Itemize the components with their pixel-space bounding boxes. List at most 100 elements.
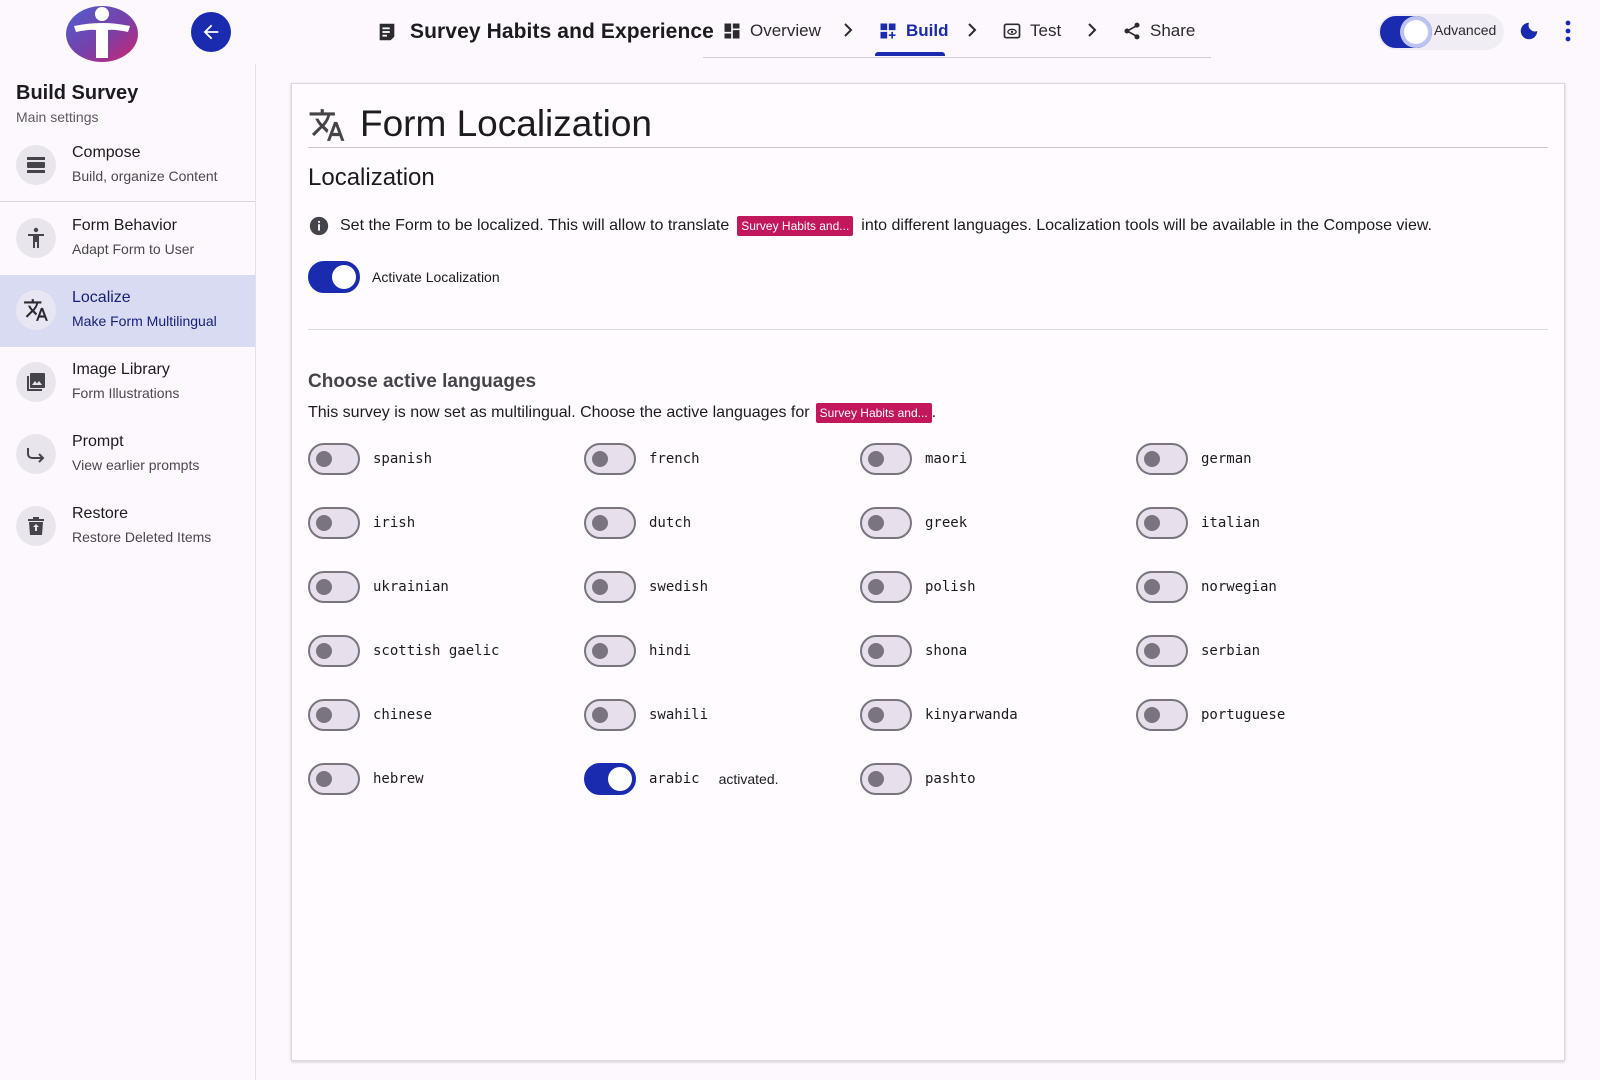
more-vert-icon[interactable] xyxy=(1562,18,1574,44)
compose-icon xyxy=(16,145,56,185)
language-toggle[interactable] xyxy=(860,571,912,603)
language-option: pashto xyxy=(860,763,976,795)
language-toggle[interactable] xyxy=(1136,635,1188,667)
language-toggle[interactable] xyxy=(584,571,636,603)
language-name: pashto xyxy=(925,771,976,787)
localization-info: Set the Form to be localized. This will … xyxy=(308,214,1432,238)
language-toggle[interactable] xyxy=(308,443,360,475)
app-logo[interactable] xyxy=(64,2,140,62)
language-toggle[interactable] xyxy=(860,507,912,539)
language-toggle[interactable] xyxy=(860,763,912,795)
language-toggle[interactable] xyxy=(308,635,360,667)
advanced-toggle[interactable] xyxy=(1380,16,1432,48)
language-name: italian xyxy=(1201,515,1261,531)
sidebar-item-label: Image Library xyxy=(72,361,170,378)
activate-localization-label: Activate Localization xyxy=(372,269,500,285)
toggle-knob xyxy=(316,515,332,531)
language-name: ukrainian xyxy=(373,579,449,595)
toggle-knob xyxy=(1404,20,1428,44)
sidebar-item-desc: Make Form Multilingual xyxy=(72,313,217,329)
language-toggle[interactable] xyxy=(860,443,912,475)
language-option: swahili xyxy=(584,699,708,731)
divider xyxy=(308,329,1548,330)
dashboard-icon xyxy=(724,23,740,39)
language-name: arabic xyxy=(649,771,700,787)
chevron-right-icon xyxy=(1088,23,1097,37)
toggle-knob xyxy=(316,579,332,595)
toggle-knob xyxy=(592,643,608,659)
toggle-knob xyxy=(868,643,884,659)
sidebar-item-label: Compose xyxy=(72,144,141,161)
language-toggle[interactable] xyxy=(308,699,360,731)
choose-languages-title: Choose active languages xyxy=(308,371,537,392)
card-header: Form Localization xyxy=(308,102,1548,148)
survey-list-icon xyxy=(379,23,395,41)
sidebar-item-image-library[interactable]: Image Library Form Illustrations xyxy=(0,347,255,419)
sidebar-title: Build Survey xyxy=(16,82,139,104)
step-label: Share xyxy=(1150,21,1196,40)
translate-icon xyxy=(309,109,345,141)
language-toggle[interactable] xyxy=(1136,443,1188,475)
language-toggle[interactable] xyxy=(308,571,360,603)
sidebar-item-form-behavior[interactable]: Form Behavior Adapt Form to User xyxy=(0,203,255,275)
choose-text-body: This survey is now set as multilingual. … xyxy=(308,404,810,421)
accessibility-icon xyxy=(16,218,56,258)
language-name: swedish xyxy=(649,579,709,595)
language-option: french xyxy=(584,443,700,475)
language-name: serbian xyxy=(1201,643,1261,659)
toggle-knob xyxy=(316,771,332,787)
step-test[interactable]: Test xyxy=(1002,14,1061,48)
dark-mode-icon[interactable] xyxy=(1518,20,1540,42)
toggle-knob xyxy=(1144,643,1160,659)
step-share[interactable]: Share xyxy=(1122,14,1195,48)
language-toggle[interactable] xyxy=(584,443,636,475)
sidebar-item-localize[interactable]: Localize Make Form Multilingual xyxy=(0,275,255,347)
language-toggle[interactable] xyxy=(1136,571,1188,603)
language-toggle[interactable] xyxy=(860,699,912,731)
sidebar-item-desc: Adapt Form to User xyxy=(72,241,195,257)
sidebar-item-compose[interactable]: Compose Build, organize Content xyxy=(0,130,255,202)
language-toggle[interactable] xyxy=(584,763,636,795)
activate-localization-toggle[interactable] xyxy=(308,261,360,293)
language-option: polish xyxy=(860,571,976,603)
survey-title: Survey Habits and Experience xyxy=(410,20,714,43)
image-library-icon xyxy=(16,362,56,402)
language-toggle[interactable] xyxy=(1136,507,1188,539)
step-overview[interactable]: Overview xyxy=(722,14,821,48)
toggle-knob xyxy=(592,707,608,723)
step-build[interactable]: Build xyxy=(878,14,949,48)
translate-icon xyxy=(16,290,56,330)
restore-bin-icon xyxy=(16,506,56,546)
sidebar-item-prompt[interactable]: Prompt View earlier prompts xyxy=(0,419,255,491)
language-status: activated. xyxy=(718,771,779,787)
language-toggle[interactable] xyxy=(308,507,360,539)
language-toggle[interactable] xyxy=(584,635,636,667)
info-text-after: into different languages. Localization t… xyxy=(861,217,1432,234)
dashboard-add-icon xyxy=(880,23,896,39)
language-name: portuguese xyxy=(1201,707,1286,723)
language-toggle[interactable] xyxy=(1136,699,1188,731)
language-toggle[interactable] xyxy=(584,507,636,539)
step-label: Test xyxy=(1030,21,1062,40)
toggle-knob xyxy=(1144,707,1160,723)
sidebar-item-desc: Build, organize Content xyxy=(72,168,218,184)
back-button[interactable] xyxy=(191,12,231,52)
language-toggle[interactable] xyxy=(308,763,360,795)
language-name: norwegian xyxy=(1201,579,1277,595)
share-icon xyxy=(1124,22,1140,40)
language-option: arabic activated. xyxy=(584,763,779,795)
step-label: Build xyxy=(906,21,949,40)
sidebar-item-desc: Restore Deleted Items xyxy=(72,529,212,545)
language-toggle[interactable] xyxy=(860,635,912,667)
preview-icon xyxy=(1003,23,1021,39)
sidebar-item-restore[interactable]: Restore Restore Deleted Items xyxy=(0,491,255,563)
info-text-before: Set the Form to be localized. This will … xyxy=(340,217,730,234)
language-option: hebrew xyxy=(308,763,424,795)
language-option: irish xyxy=(308,507,415,539)
toggle-knob xyxy=(1144,515,1160,531)
sidebar-subtitle: Main settings xyxy=(16,109,99,125)
language-option: german xyxy=(1136,443,1252,475)
language-toggle[interactable] xyxy=(584,699,636,731)
language-name: scottish gaelic xyxy=(373,643,500,659)
language-option: italian xyxy=(1136,507,1260,539)
